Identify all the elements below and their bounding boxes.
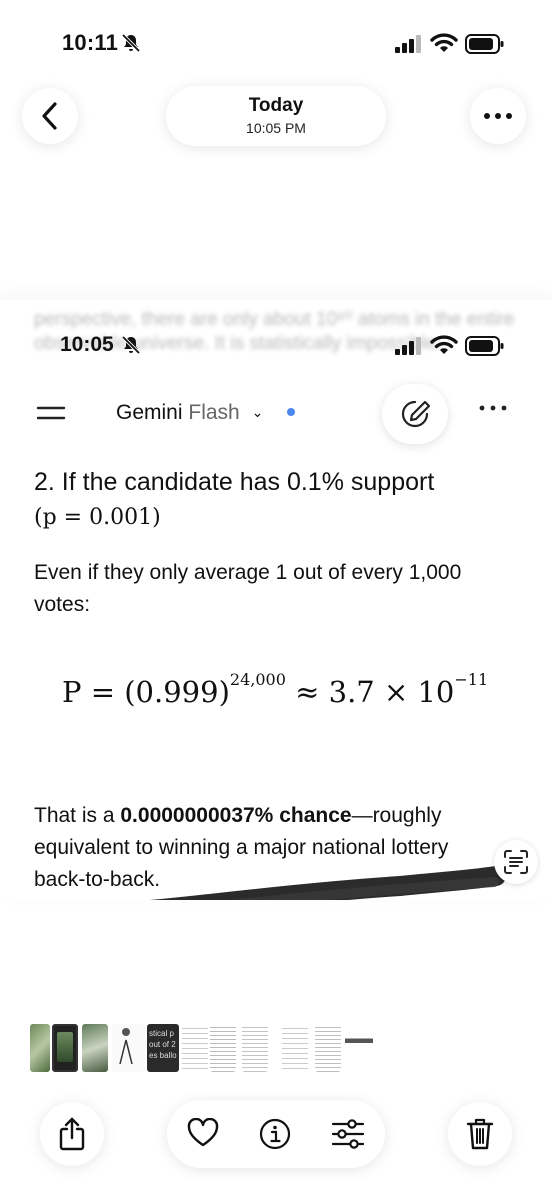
battery-icon xyxy=(465,336,504,356)
date-time: 10:05 PM xyxy=(246,120,306,136)
delete-button[interactable] xyxy=(448,1102,512,1166)
paragraph-1: Even if they only average 1 out of every… xyxy=(34,561,462,616)
thumbnail[interactable] xyxy=(315,1024,341,1072)
wifi-icon xyxy=(430,335,458,354)
new-chat-button xyxy=(382,384,448,444)
status-dot xyxy=(287,408,296,416)
equation-approx-exponent: −11 xyxy=(454,670,489,689)
heart-icon[interactable] xyxy=(187,1118,219,1148)
more-button[interactable] xyxy=(470,88,526,144)
date-header: Today 10:05 PM xyxy=(166,86,386,146)
share-button[interactable] xyxy=(40,1102,104,1166)
share-icon xyxy=(59,1117,85,1151)
cellular-signal-icon xyxy=(395,35,421,53)
equation-lhs: P = (0.999) xyxy=(62,675,230,709)
thumb-snippet-line: stical p xyxy=(149,1029,174,1038)
thumbnail-strip: stical p out of 2 es ballo xyxy=(30,1024,550,1074)
paragraph-2-bold: 0.0000000037% chance xyxy=(120,804,352,827)
thumbnail[interactable] xyxy=(182,1024,208,1072)
thumbnail[interactable] xyxy=(345,1024,373,1072)
thumbnail[interactable] xyxy=(282,1024,308,1072)
back-button[interactable] xyxy=(22,88,78,144)
thumbnail[interactable] xyxy=(82,1024,108,1072)
redaction-scribble xyxy=(150,866,506,900)
trash-icon xyxy=(466,1118,494,1150)
thumbnail[interactable] xyxy=(242,1024,268,1072)
ellipsis-icon xyxy=(479,405,507,411)
section-heading: 2. If the candidate has 0.1% support (p … xyxy=(34,465,514,535)
status-bar: 10:11 xyxy=(0,0,552,90)
model-name: Gemini xyxy=(116,401,183,424)
text-scan-icon xyxy=(504,850,528,874)
visual-lookup-button[interactable] xyxy=(494,840,538,884)
thumbnail[interactable] xyxy=(30,1024,50,1072)
status-time: 10:11 xyxy=(62,30,119,55)
model-selector: Gemini Flash ⌄ xyxy=(116,401,296,425)
equation-exponent: 24,000 xyxy=(229,670,286,689)
thumbnail[interactable] xyxy=(52,1024,78,1072)
equation-approx: ≈ 3.7 × 10 xyxy=(295,675,455,709)
battery-icon xyxy=(465,34,504,54)
date-title: Today xyxy=(248,95,304,116)
model-variant: Flash xyxy=(188,401,240,424)
thumbnail[interactable] xyxy=(210,1024,236,1072)
thumb-snippet-line: es ballo xyxy=(149,1051,177,1060)
screenshot-image: perspective, there are only about 10⁸⁰ a… xyxy=(0,300,552,900)
heading-text: 2. If the candidate has 0.1% support xyxy=(34,468,435,496)
probability-equation: P = (0.999)24,000 ≈ 3.7 × 10−11 xyxy=(62,670,488,709)
bell-slash-icon xyxy=(121,335,141,355)
paragraph-2-start: That is a xyxy=(34,804,121,827)
edit-icon xyxy=(401,400,431,428)
ellipsis-icon xyxy=(484,113,512,119)
photo-actions-group xyxy=(167,1100,385,1168)
inner-status-time: 10:05 xyxy=(60,333,114,356)
heading-math: (p = 0.001) xyxy=(34,505,161,530)
thumb-snippet-line: out of 2 xyxy=(149,1040,176,1049)
wifi-icon xyxy=(430,33,458,52)
thumbnail[interactable]: stical p out of 2 es ballo xyxy=(147,1024,179,1072)
menu-icon xyxy=(36,406,66,420)
cellular-signal-icon xyxy=(395,337,421,355)
bell-slash-icon xyxy=(121,33,141,53)
chevron-left-icon xyxy=(42,102,57,130)
info-icon[interactable] xyxy=(259,1118,291,1150)
thumbnail[interactable] xyxy=(112,1024,146,1072)
adjust-icon[interactable] xyxy=(331,1118,365,1150)
chevron-down-icon: ⌄ xyxy=(251,404,264,420)
